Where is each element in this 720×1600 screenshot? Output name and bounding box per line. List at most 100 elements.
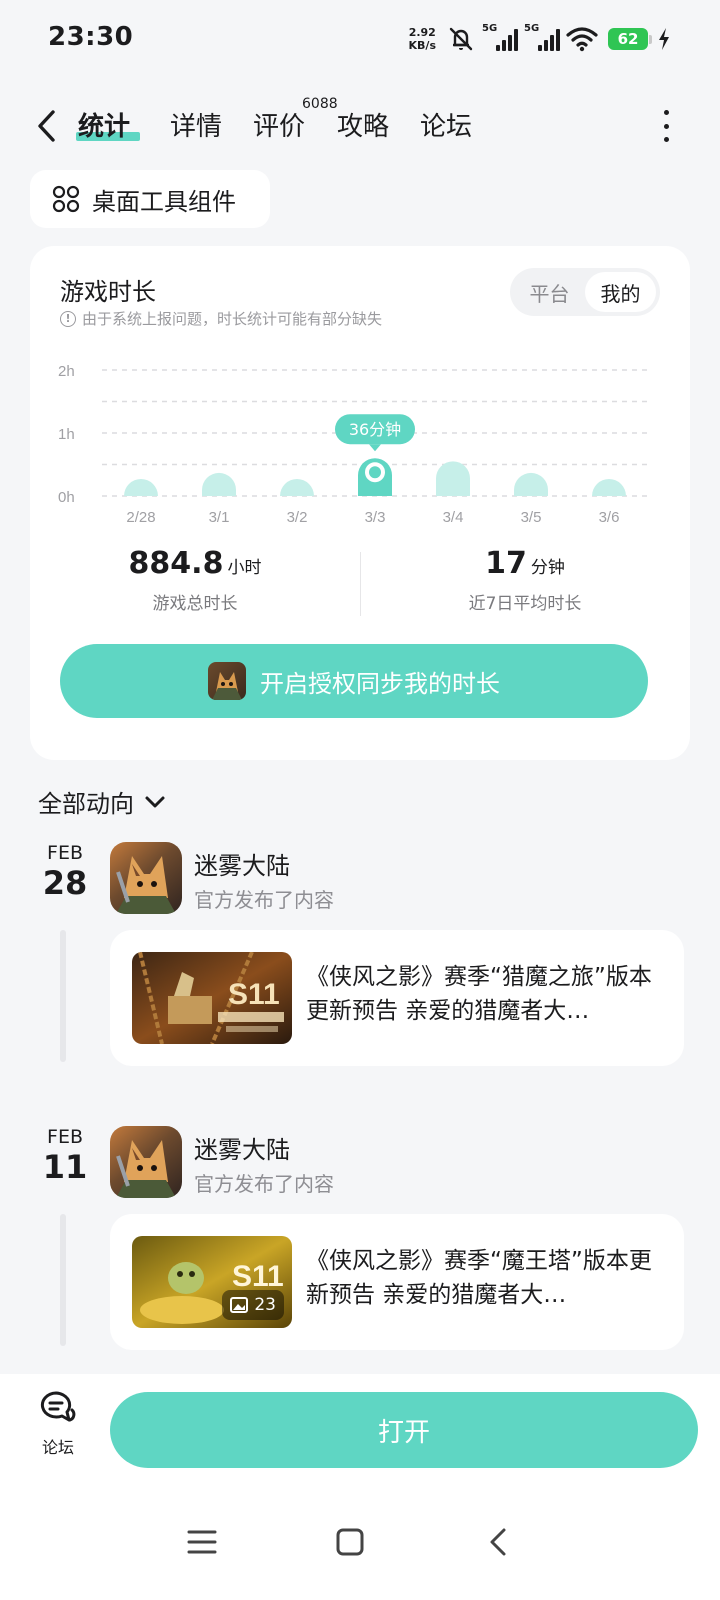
sim1-label: 5G [482,23,498,34]
post-text: 《侠风之影》赛季“猎魔之旅”版本更新预告 亲爱的猎魔者大… [306,964,652,1024]
forum-icon [40,1391,76,1422]
avg-label: 近7日平均时长 [468,594,582,614]
x-tick-label: 3/1 [209,509,230,526]
post-thumbnail: S11 23 [132,1236,292,1328]
home-button[interactable] [326,1518,374,1566]
tab-reviews[interactable]: 评价 [253,106,305,143]
feed-day: 11 [42,1148,88,1186]
avg-stat: 17 分钟 近7日平均时长 [360,546,690,614]
tab-stats[interactable]: 统计 [78,106,130,143]
feed-subtitle: 官方发布了内容 [194,888,334,912]
system-back-button[interactable] [474,1518,522,1566]
app-icon[interactable] [110,1126,182,1198]
bar-tooltip-pointer [369,444,381,452]
x-tick-label: 2/28 [126,509,155,526]
toggle-mine[interactable]: 我的 [585,272,656,312]
open-game-button[interactable]: 打开 [110,1392,698,1468]
image-count-badge: 23 [222,1290,284,1320]
forum-button[interactable]: 论坛 [30,1390,86,1458]
back-button[interactable] [28,104,64,148]
y-tick-label: 1h [58,426,75,443]
x-tick-label: 3/2 [287,509,308,526]
feed-subtitle: 官方发布了内容 [194,1172,334,1196]
status-bar: 23:30 2.92 KB/s 5G 5G 62 [0,0,720,80]
wifi-icon [566,27,598,52]
playtime-card: 游戏时长 ! 由于系统上报问题，时长统计可能有部分缺失 平台 我的 0h 1h 2h… [30,246,690,760]
playtime-note: ! 由于系统上报问题，时长统计可能有部分缺失 [60,308,382,329]
playtime-chart: 0h 1h 2h 2/28 3/1 3/2 3/3 36分钟 3/4 3/5 3/6 [58,363,648,526]
chart-bar [592,479,626,496]
battery-icon: 62 [608,28,652,50]
charging-icon [659,28,669,50]
post-card[interactable]: S11 《侠风之影》赛季“猎魔之旅”版本更新预告 亲爱的猎魔者大… [110,930,684,1066]
more-options-button[interactable] [662,110,670,142]
total-label: 游戏总时长 [152,594,238,614]
chart-bar [202,472,236,496]
source-toggle: 平台 我的 [510,268,660,316]
toggle-platform[interactable]: 平台 [514,272,585,312]
net-speed-unit: KB/s [408,39,436,52]
total-value: 884.8 [128,546,224,581]
reviews-count-badge: 6088 [302,96,338,112]
info-icon: ! [60,310,76,327]
app-icon[interactable] [110,842,182,914]
tab-details[interactable]: 详情 [170,106,222,143]
playtime-title: 游戏时长 [60,278,156,306]
tab-guides[interactable]: 攻略 [337,106,389,143]
x-tick-label: 3/5 [521,509,542,526]
chart-bar [436,461,470,496]
image-icon [230,1297,249,1313]
post-card[interactable]: S11 23 《侠风之影》赛季“魔王塔”版本更新预告 亲爱的猎魔者大… [110,1214,684,1350]
net-speed-value: 2.92 [408,26,436,39]
post-thumbnail: S11 [132,952,292,1044]
chart-bar [514,472,548,496]
signal-1-icon: 5G [482,23,518,51]
playtime-note-text: 由于系统上报问题，时长统计可能有部分缺失 [82,310,383,328]
battery-level: 62 [608,28,648,50]
image-count: 23 [254,1295,276,1315]
thumb-title: S11 [232,1260,284,1293]
total-stat: 884.8 小时 游戏总时长 [30,546,360,614]
chart-bar [124,479,158,496]
menu-icon [187,1530,217,1554]
mute-icon [449,27,473,51]
x-tick-label: 3/3 [365,509,386,526]
avg-value: 17 [485,546,527,581]
system-nav-bar [0,1484,720,1600]
back-arrow-icon [38,110,55,142]
sim2-label: 5G [524,23,540,34]
signal-2-icon: 5G [524,23,560,51]
x-tick-label: 3/6 [599,509,620,526]
feed-month: FEB [47,1126,83,1148]
back-chevron-icon [490,1528,506,1556]
app-name[interactable]: 迷雾大陆 [194,846,290,881]
status-icons: 2.92 KB/s 5G 5G 62 [409,22,670,56]
y-tick-label: 2h [58,363,75,380]
feed-date: FEB 11 [40,1126,90,1186]
avg-unit: 分钟 [530,558,565,578]
sync-playtime-label: 开启授权同步我的时长 [260,669,500,698]
thumb-title: S11 [228,978,280,1011]
playtime-stats: 884.8 小时 游戏总时长 17 分钟 近7日平均时长 [30,546,690,626]
post-text: 《侠风之影》赛季“魔王塔”版本更新预告 亲爱的猎魔者大… [306,1248,652,1308]
activity-filter-label: 全部动向 [38,790,134,818]
y-tick-label: 0h [58,489,75,506]
feed-month: FEB [47,842,83,864]
chevron-down-icon [145,796,165,807]
chart-bar [280,479,314,496]
app-name[interactable]: 迷雾大陆 [194,1130,290,1165]
sync-playtime-button[interactable]: 开启授权同步我的时长 [60,644,648,718]
desktop-widget-label: 桌面工具组件 [92,187,236,216]
recent-apps-button[interactable] [178,1518,226,1566]
desktop-widget-button[interactable]: 桌面工具组件 [30,170,270,228]
tab-forum[interactable]: 论坛 [420,106,472,143]
activity-filter-dropdown[interactable]: 全部动向 [38,784,166,819]
feed-date: FEB 28 [40,842,90,902]
feed-day: 28 [42,864,88,902]
total-unit: 小时 [227,558,262,578]
game-avatar-icon [208,662,246,700]
timeline-line [60,930,66,1062]
bar-tooltip-label: 36分钟 [349,420,401,439]
top-nav: 统计 详情 评价 6088 攻略 论坛 [0,96,720,156]
home-square-icon [336,1528,364,1556]
